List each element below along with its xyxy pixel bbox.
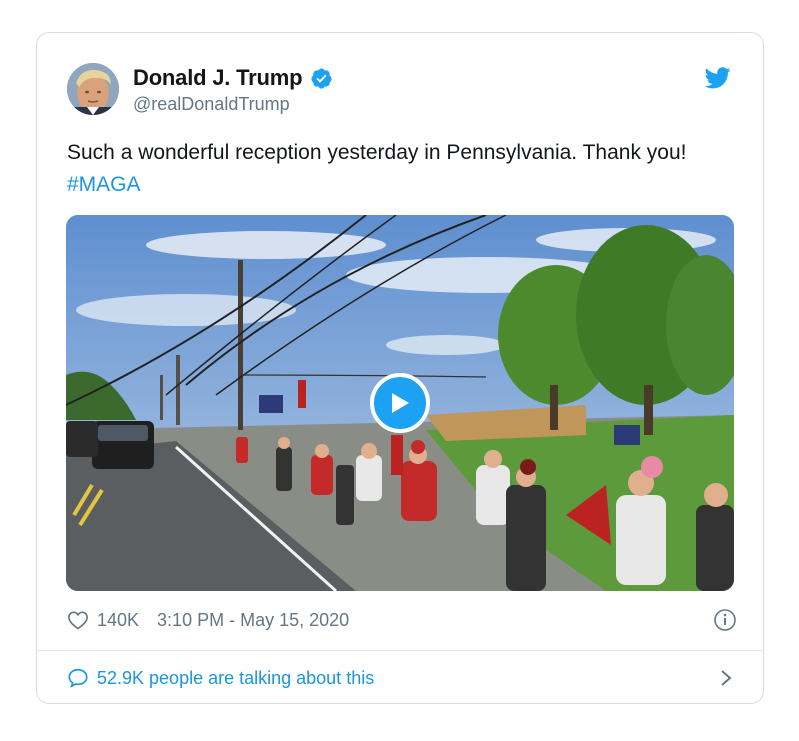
- play-button[interactable]: [370, 373, 430, 433]
- verified-badge-icon: [311, 67, 332, 89]
- tweet-card[interactable]: Donald J. Trump @realDonaldTrump Such a …: [36, 32, 764, 704]
- author-handle[interactable]: @realDonaldTrump: [133, 94, 290, 115]
- avatar[interactable]: [67, 63, 119, 115]
- conversation-label[interactable]: 52.9K people are talking about this: [97, 668, 374, 689]
- tweet-meta: 140K 3:10 PM - May 15, 2020: [67, 607, 737, 633]
- chevron-right-icon[interactable]: [719, 668, 733, 688]
- tweet-timestamp[interactable]: 3:10 PM - May 15, 2020: [157, 610, 349, 631]
- like-count[interactable]: 140K: [97, 610, 139, 631]
- conversation-link[interactable]: 52.9K people are talking about this: [67, 665, 737, 691]
- tweet-text: Such a wonderful reception yesterday in …: [67, 137, 737, 201]
- speech-bubble-icon: [68, 668, 88, 688]
- tweet-body: Such a wonderful reception yesterday in …: [67, 141, 687, 164]
- twitter-bird-icon[interactable]: [705, 67, 731, 89]
- info-icon[interactable]: [713, 608, 737, 632]
- author-name[interactable]: Donald J. Trump: [133, 65, 303, 91]
- hashtag-link[interactable]: #MAGA: [67, 173, 141, 196]
- play-icon: [392, 393, 409, 413]
- video-media[interactable]: [66, 215, 734, 591]
- heart-icon[interactable]: [67, 610, 89, 630]
- divider: [37, 650, 763, 651]
